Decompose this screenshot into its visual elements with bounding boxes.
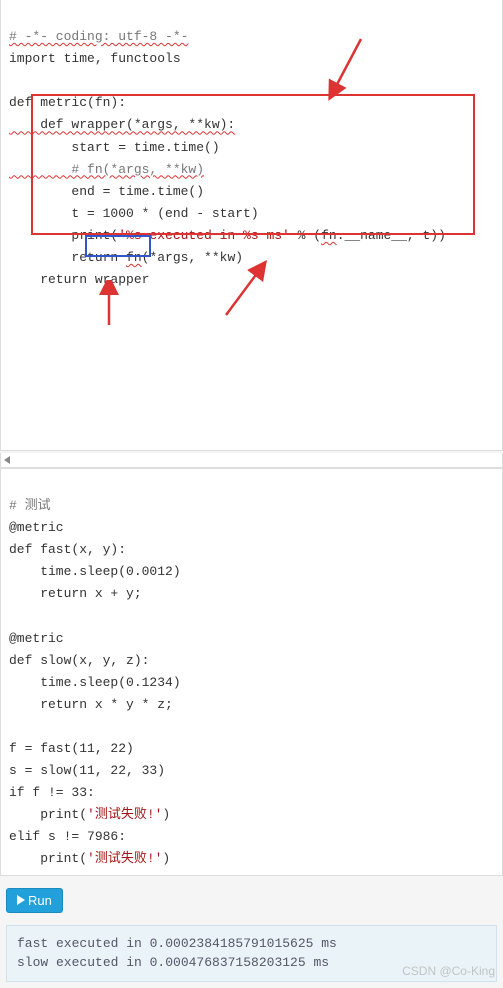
- output-line: fast executed in 0.0002384185791015625 m…: [17, 936, 337, 951]
- code-line: # -*- coding: utf-8 -*-: [9, 29, 188, 44]
- code-line: def wrapper(*args, **kw):: [9, 117, 235, 132]
- code-line: elif s != 7986:: [9, 829, 126, 844]
- arrow-annotation-icon: [321, 12, 371, 126]
- code-line: @metric: [9, 520, 64, 535]
- code-line: def fast(x, y):: [9, 542, 126, 557]
- code-block-1: # -*- coding: utf-8 -*- import time, fun…: [0, 0, 503, 451]
- code-line: print('%s executed in %s ms' % (fn.__nam…: [9, 228, 446, 243]
- code-line: @metric: [9, 631, 64, 646]
- code-block-2: # 测试 @metric def fast(x, y): time.sleep(…: [0, 468, 503, 876]
- code-line: print('测试失败!'): [9, 807, 170, 822]
- code-line: def slow(x, y, z):: [9, 653, 149, 668]
- code-line: def metric(fn):: [9, 95, 126, 110]
- code-line: print('测试失败!'): [9, 851, 170, 866]
- run-button[interactable]: Run: [6, 888, 63, 913]
- run-button-label: Run: [28, 893, 52, 908]
- code-line: return x * y * z;: [9, 697, 173, 712]
- panel-separator: [0, 453, 503, 468]
- output-line: slow executed in 0.000476837158203125 ms: [17, 955, 329, 970]
- code-line: f = fast(11, 22): [9, 741, 134, 756]
- code-line: # 测试: [9, 498, 51, 513]
- code-line: if f != 33:: [9, 785, 95, 800]
- code-line: return x + y;: [9, 586, 142, 601]
- code-line: end = time.time(): [9, 184, 204, 199]
- code-line: t = 1000 * (end - start): [9, 206, 259, 221]
- play-icon: [17, 895, 25, 905]
- code-line: # fn(*args, **kw): [9, 162, 204, 177]
- code-line: time.sleep(0.0012): [9, 564, 181, 579]
- code-line: import time, functools: [9, 51, 181, 66]
- code-line: return wrapper: [9, 272, 149, 287]
- code-line: return fn(*args, **kw): [9, 250, 243, 265]
- code-line: time.sleep(0.1234): [9, 675, 181, 690]
- code-line: s = slow(11, 22, 33): [9, 763, 165, 778]
- code-line: start = time.time(): [9, 140, 220, 155]
- watermark-text: CSDN @Co-King: [402, 964, 495, 978]
- run-toolbar: Run: [0, 878, 503, 919]
